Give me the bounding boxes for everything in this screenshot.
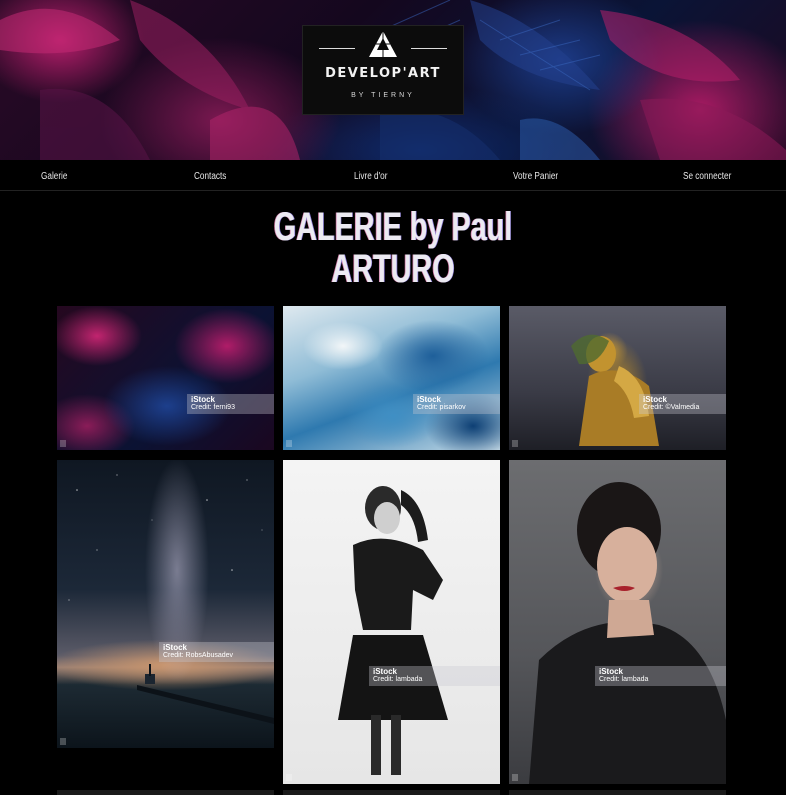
- main-nav: Galerie Contacts Livre d'or Votre Panier…: [0, 163, 786, 191]
- image-credit: iStock Credit: lambada: [369, 666, 500, 686]
- image-tag: ​: [60, 738, 66, 745]
- credit-text: Credit: ©Valmedia: [643, 404, 700, 411]
- credit-text: Credit: pisarkov: [417, 404, 466, 411]
- gold-figure-illustration: [571, 334, 659, 446]
- image-credit: iStock Credit: ferni93: [187, 394, 274, 414]
- credit-text: Credit: lambada: [599, 676, 649, 683]
- gallery-item-partial: [57, 790, 274, 795]
- credit-brand: iStock: [643, 395, 668, 404]
- image-credit: iStock Credit: ©Valmedia: [639, 394, 726, 414]
- site-logo[interactable]: DEVELOP'ART BY TIERNY: [302, 25, 464, 115]
- nav-item-panier[interactable]: Votre Panier: [513, 171, 558, 182]
- hero-banner: DEVELOP'ART BY TIERNY: [0, 0, 786, 160]
- image-tag: ​: [286, 774, 292, 781]
- nav-item-livre-dor[interactable]: Livre d'or: [354, 171, 387, 182]
- portrait-model-illustration: [529, 482, 726, 784]
- logo-rule-left: [319, 48, 355, 49]
- credit-text: Credit: ferni93: [191, 404, 235, 411]
- credit-brand: iStock: [417, 395, 442, 404]
- gallery-item[interactable]: iStock Credit: ferni93 ​: [57, 306, 274, 450]
- image-tag: ​: [512, 774, 518, 781]
- gallery-item[interactable]: iStock Credit: lambada ​: [509, 460, 726, 784]
- credit-text: Credit: lambada: [373, 676, 423, 683]
- gallery-item[interactable]: iStock Credit: lambada ​: [283, 460, 500, 784]
- logo-title: DEVELOP'ART: [325, 66, 441, 81]
- image-credit: iStock Credit: pisarkov: [413, 394, 500, 414]
- credit-text: Credit: RobsAbusadev: [163, 652, 234, 659]
- image-tag: ​: [286, 440, 292, 447]
- nav-item-galerie[interactable]: Galerie: [41, 171, 67, 182]
- image-credit: iStock Credit: lambada: [595, 666, 726, 686]
- image-credit: iStock Credit: RobsAbusadev: [159, 642, 274, 662]
- credit-brand: iStock: [191, 395, 216, 404]
- page-title-line1: GALERIE by Paul: [273, 205, 513, 249]
- triangle-logo-icon: [369, 31, 397, 57]
- credit-brand: iStock: [373, 667, 398, 676]
- nav-item-se-connecter[interactable]: Se connecter: [683, 171, 731, 182]
- logo-subtitle: BY TIERNY: [351, 92, 415, 99]
- page-title-line2: ARTURO: [331, 247, 455, 291]
- next-row-preview: [57, 790, 726, 795]
- gallery-item[interactable]: iStock Credit: pisarkov ​: [283, 306, 500, 450]
- gallery-item[interactable]: iStock Credit: ©Valmedia ​: [509, 306, 726, 450]
- image-tag: ​: [512, 440, 518, 447]
- milky-way-illustration: [68, 474, 274, 724]
- credit-brand: iStock: [599, 667, 624, 676]
- gallery-item[interactable]: iStock Credit: RobsAbusadev ​: [57, 460, 274, 748]
- fashion-model-bw-illustration: [338, 486, 448, 775]
- image-tag: ​: [60, 440, 66, 447]
- nav-item-contacts[interactable]: Contacts: [194, 171, 226, 182]
- page-title: GALERIE by Paul ARTURO: [249, 206, 537, 290]
- gallery-item-partial: [509, 790, 726, 795]
- logo-rule-right: [411, 48, 447, 49]
- credit-brand: iStock: [163, 643, 188, 652]
- gallery-item-partial: [283, 790, 500, 795]
